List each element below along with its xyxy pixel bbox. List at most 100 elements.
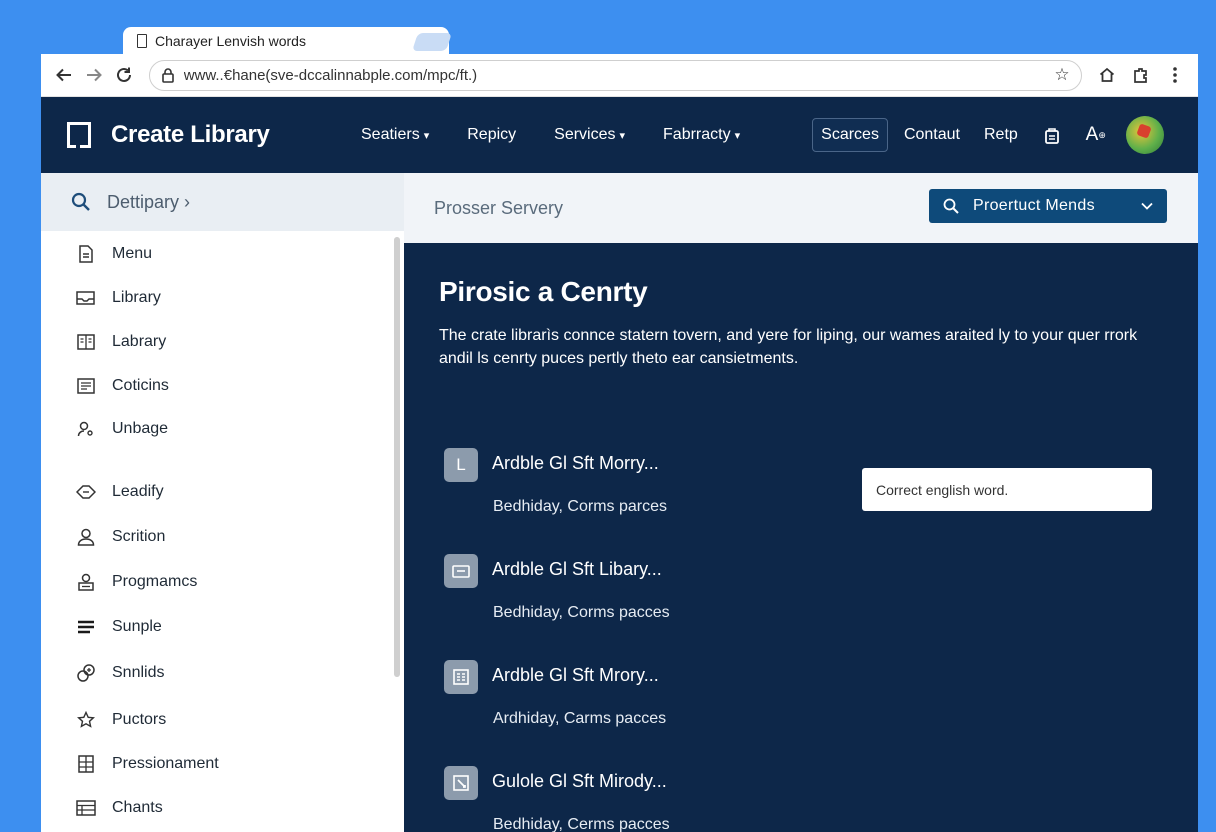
card-title[interactable]: Ardble Gl Sft Mrory... — [492, 665, 659, 686]
reload-icon — [116, 67, 131, 82]
document-icon — [75, 243, 97, 265]
forward-button[interactable] — [79, 60, 109, 90]
sidebar-item-sunple[interactable]: Sunple — [75, 616, 162, 638]
font-icon-label: A — [1085, 124, 1099, 145]
brand-name: Create Library — [111, 121, 270, 148]
main-panel: Prosser Servery Proertuct Mends Pirosic … — [404, 173, 1198, 832]
chevron-down-icon — [1141, 202, 1153, 210]
chevron-down-icon: ▾ — [734, 130, 741, 142]
page-favicon-icon — [137, 34, 147, 48]
sidebar-item-progmamcs[interactable]: Progmamcs — [75, 571, 197, 593]
inbox-icon — [75, 287, 97, 309]
sidebar-item-label: Library — [112, 289, 161, 306]
letter-l-icon: L — [444, 448, 478, 482]
nav-repicy[interactable]: Repicy — [467, 126, 516, 144]
page-title: Pirosic a Cenrty — [439, 276, 648, 307]
browser-window: Charayer Lenvish words ✕ www..€hane(sve-… — [41, 24, 1198, 832]
address-bar[interactable]: www..€hane(sve-dccalinnabple.com/mpc/ft.… — [148, 59, 1082, 91]
breadcrumb: Prosser Servery — [434, 197, 564, 218]
sidebar-search[interactable]: Dettipary › — [41, 173, 404, 231]
product-menu-button[interactable]: Proertuct Mends — [929, 189, 1167, 223]
search-icon — [943, 198, 959, 214]
main-toolbar: Prosser Servery Proertuct Mends — [404, 173, 1198, 243]
nav-services[interactable]: Services ▾ — [554, 126, 625, 144]
brand[interactable]: Create Library — [67, 121, 361, 152]
person-icon — [75, 526, 97, 548]
card-title[interactable]: Ardble Gl Sft Morry... — [492, 453, 659, 474]
user-key-icon — [75, 418, 97, 440]
nav-label: Services — [554, 126, 616, 143]
kebab-menu-icon — [1173, 67, 1177, 83]
card-title[interactable]: Gulole Gl Sft Mirody... — [492, 771, 667, 792]
sidebar-item-label: Progmamcs — [112, 573, 198, 590]
chevron-down-icon: ▾ — [423, 130, 430, 142]
sidebar-item-library[interactable]: Library — [75, 287, 161, 309]
sidebar: Dettipary › Menu Library Labrary Coticin… — [41, 173, 404, 832]
sidebar-item-label: Unbage — [112, 420, 169, 437]
bookmark-star-icon[interactable]: ☆ — [1051, 65, 1073, 85]
back-button[interactable] — [49, 60, 79, 90]
nav-fabrracty[interactable]: Fabrracty ▾ — [663, 126, 740, 144]
chevron-down-icon: ▾ — [619, 130, 626, 142]
form-icon — [444, 660, 478, 694]
sidebar-item-unbage[interactable]: Unbage — [75, 418, 168, 440]
browser-tab[interactable]: Charayer Lenvish words ✕ — [123, 27, 449, 55]
sidebar-item-label: Coticins — [112, 377, 169, 394]
reload-button[interactable] — [109, 60, 139, 90]
sidebar-item-menu[interactable]: Menu — [75, 243, 152, 265]
book-icon — [75, 331, 97, 353]
contact-link[interactable]: Contaut — [904, 126, 960, 144]
tooltip: Correct english word. — [862, 468, 1152, 511]
nav-label: Repicy — [467, 126, 517, 143]
retp-link[interactable]: Retp — [984, 126, 1018, 144]
sidebar-item-chants[interactable]: Chants — [75, 797, 163, 819]
sidebar-item-coticins[interactable]: Coticins — [75, 375, 169, 397]
nav-label: Seatiers — [361, 126, 420, 143]
back-arrow-icon — [56, 68, 71, 82]
product-menu-label: Proertuct Mends — [973, 197, 1095, 214]
nav-label: Fabrracty — [663, 126, 731, 143]
library-logo-icon — [67, 122, 91, 152]
new-tab-button[interactable] — [412, 33, 452, 51]
grid-icon — [75, 753, 97, 775]
sidebar-item-label: Puctors — [112, 711, 167, 728]
search-icon — [71, 192, 91, 212]
sidebar-item-pressionament[interactable]: Pressionament — [75, 753, 219, 775]
sidebar-item-snnlids[interactable]: Snnlids — [75, 662, 164, 684]
lock-icon — [158, 67, 178, 83]
url-text: www..€hane(sve-dccalinnabple.com/mpc/ft.… — [183, 66, 478, 84]
tab-strip: Charayer Lenvish words ✕ — [41, 24, 1198, 55]
mail-icon — [444, 554, 478, 588]
nav-seatiers[interactable]: Seatiers ▾ — [361, 126, 429, 144]
card-title[interactable]: Ardble Gl Sft Libary... — [492, 559, 662, 580]
top-nav: Seatiers ▾ Repicy Services ▾ Fabrracty ▾ — [361, 126, 778, 144]
sidebar-item-label: Chants — [112, 799, 163, 816]
card-subtitle: Bedhiday, Corms pacces — [493, 604, 670, 621]
sidebar-scrollbar[interactable] — [394, 237, 400, 677]
sidebar-item-puctors[interactable]: Puctors — [75, 709, 166, 731]
link-icon — [75, 662, 97, 684]
person-card-icon — [75, 571, 97, 593]
sidebar-item-label: Leadify — [112, 483, 164, 500]
diamond-icon — [75, 481, 97, 503]
lines-icon — [75, 616, 97, 638]
font-size-icon[interactable]: A ⊕ — [1085, 124, 1106, 145]
badge-lock-icon[interactable] — [1042, 125, 1062, 145]
scrollbar-thumb[interactable] — [394, 237, 400, 677]
card-subtitle: Ardhiday, Carms pacces — [493, 710, 667, 727]
scarces-button[interactable]: Scarces — [812, 118, 888, 152]
extensions-button[interactable] — [1126, 60, 1156, 90]
sidebar-item-label: Sunple — [112, 618, 162, 635]
sidebar-item-label: Labrary — [112, 333, 167, 350]
sidebar-item-scrition[interactable]: Scrition — [75, 526, 165, 548]
avatar[interactable] — [1125, 116, 1164, 154]
home-button[interactable] — [1092, 60, 1122, 90]
browser-toolbar: www..€hane(sve-dccalinnabple.com/mpc/ft.… — [41, 54, 1198, 97]
page-description: The crate librarìs connce statern tovern… — [439, 327, 1138, 367]
sidebar-item-labrary[interactable]: Labrary — [75, 331, 166, 353]
sidebar-item-leadify[interactable]: Leadify — [75, 481, 164, 503]
sidebar-item-label: Snnlids — [112, 664, 165, 681]
edit-icon — [444, 766, 478, 800]
list-card-icon — [75, 375, 97, 397]
menu-button[interactable] — [1160, 60, 1190, 90]
